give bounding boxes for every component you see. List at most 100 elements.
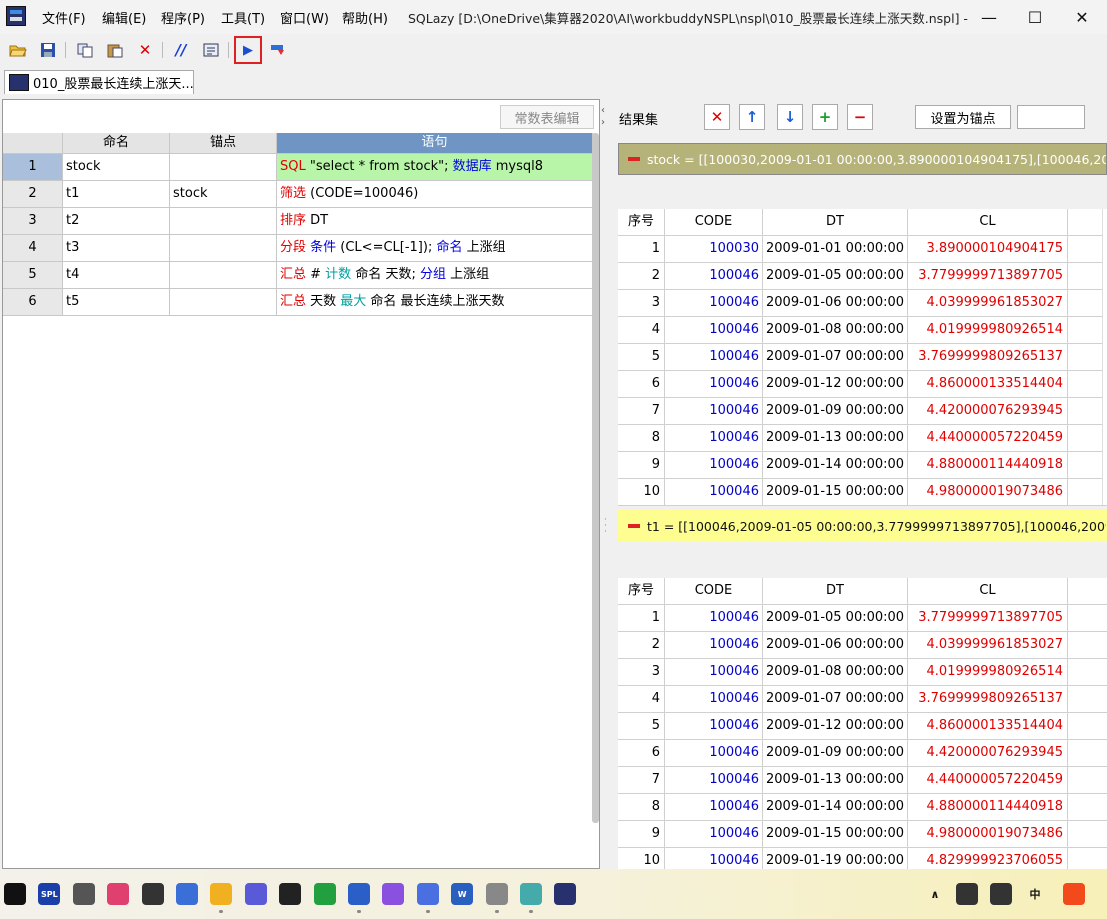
add-button[interactable]: + <box>812 104 838 130</box>
anchor-cell[interactable] <box>170 154 277 180</box>
move-up-button[interactable]: ↑ <box>739 104 765 130</box>
menu-edit[interactable]: 编辑(E) <box>102 8 146 27</box>
menu-tools[interactable]: 工具(T) <box>221 8 265 27</box>
header-dt[interactable]: DT <box>763 209 908 235</box>
anchor-cell[interactable] <box>170 262 277 288</box>
anchor-input[interactable] <box>1017 105 1085 129</box>
header-index[interactable]: 序号 <box>618 209 665 235</box>
chevron-up-icon[interactable]: ∧ <box>924 883 946 905</box>
row-number[interactable]: 3 <box>3 208 63 234</box>
const-table-edit-button[interactable]: 常数表编辑 <box>500 105 594 129</box>
anchor-cell[interactable] <box>170 235 277 261</box>
statement-row[interactable]: 6 t5 汇总 天数 最大 命名 最长连续上涨天数 <box>3 289 593 316</box>
remove-button[interactable]: − <box>847 104 873 130</box>
set-anchor-button[interactable]: 设置为锚点 <box>915 105 1011 129</box>
collapse-icon[interactable] <box>628 524 640 528</box>
open-icon[interactable] <box>7 39 29 61</box>
tab-document[interactable]: 010_股票最长连续上涨天... <box>4 70 194 94</box>
table-row[interactable]: 7 100046 2009-01-09 00:00:00 4.420000076293… <box>618 398 1107 425</box>
anchor-cell[interactable]: stock <box>170 181 277 207</box>
statement-row[interactable]: 4 t3 分段 条件 (CL<=CL[-1]); 命名 上涨组 <box>3 235 593 262</box>
statement-cell[interactable]: 筛选 (CODE=100046) <box>277 181 593 207</box>
result-variable-bar-t1[interactable]: t1 = [[100046,2009-01-05 00:00:00,3.7799… <box>618 510 1107 542</box>
network-icon[interactable] <box>956 883 978 905</box>
spl-icon[interactable]: SPL <box>38 883 61 905</box>
folder-icon[interactable] <box>210 883 233 905</box>
table-row[interactable]: 8 100046 2009-01-13 00:00:00 4.440000057220… <box>618 425 1107 452</box>
statement-cell[interactable]: 排序 DT <box>277 208 593 234</box>
row-number[interactable]: 4 <box>3 235 63 261</box>
table-row[interactable]: 6 100046 2009-01-12 00:00:00 4.860000133514… <box>618 371 1107 398</box>
row-number[interactable]: 1 <box>3 154 63 180</box>
run-icon[interactable]: ▶ <box>234 36 262 64</box>
table-row[interactable]: 10 100046 2009-01-15 00:00:00 4.98000001907… <box>618 479 1107 506</box>
openai-icon[interactable] <box>279 883 302 905</box>
header-dt[interactable]: DT <box>763 578 908 604</box>
menu-window[interactable]: 窗口(W) <box>280 8 329 27</box>
terminal-icon[interactable] <box>141 883 164 905</box>
table-row[interactable]: 2 100046 2009-01-05 00:00:00 3.779999971389… <box>618 263 1107 290</box>
row-number[interactable]: 6 <box>3 289 63 315</box>
table-row[interactable]: 3 100046 2009-01-06 00:00:00 4.039999961853… <box>618 290 1107 317</box>
header-cl[interactable]: CL <box>908 578 1068 604</box>
name-cell[interactable]: t5 <box>63 289 170 315</box>
collapse-left-icon[interactable]: ‹ <box>601 105 605 116</box>
statement-row[interactable]: 1 stock SQL "select * from stock"; 数据库 mys… <box>3 154 593 181</box>
app-icon[interactable] <box>382 883 405 905</box>
table-row[interactable]: 6 100046 2009-01-09 00:00:00 4.420000076293… <box>618 740 1107 767</box>
splitter-grip-icon[interactable]: · · · <box>604 516 607 537</box>
collapse-icon[interactable] <box>628 157 640 161</box>
table-row[interactable]: 4 100046 2009-01-07 00:00:00 3.769999980926… <box>618 686 1107 713</box>
delete-result-button[interactable]: ✕ <box>704 104 730 130</box>
header-code[interactable]: CODE <box>665 209 763 235</box>
settings-icon[interactable] <box>485 883 508 905</box>
chrome-icon[interactable] <box>72 883 95 905</box>
table-row[interactable]: 2 100046 2009-01-06 00:00:00 4.039999961853… <box>618 632 1107 659</box>
statement-row[interactable]: 5 t4 汇总 # 计数 命名 天数; 分组 上涨组 <box>3 262 593 289</box>
delete-icon[interactable]: ✕ <box>134 39 156 61</box>
minimize-button[interactable]: — <box>966 2 1012 32</box>
name-cell[interactable]: t2 <box>63 208 170 234</box>
header-index[interactable]: 序号 <box>618 578 665 604</box>
table-row[interactable]: 3 100046 2009-01-08 00:00:00 4.019999980926… <box>618 659 1107 686</box>
move-down-button[interactable]: ↓ <box>777 104 803 130</box>
maximize-button[interactable]: ☐ <box>1012 2 1058 32</box>
statement-cell[interactable]: 汇总 天数 最大 命名 最长连续上涨天数 <box>277 289 593 315</box>
collapse-right-icon[interactable]: › <box>601 117 605 128</box>
menu-file[interactable]: 文件(F) <box>42 8 86 27</box>
app-icon[interactable] <box>520 883 542 905</box>
table-scrollbar[interactable] <box>1102 209 1107 505</box>
table-row[interactable]: 10 100046 2009-01-19 00:00:00 4.82999992370… <box>618 848 1107 869</box>
paste-icon[interactable] <box>104 39 126 61</box>
name-cell[interactable]: t4 <box>63 262 170 288</box>
statement-row[interactable]: 3 t2 排序 DT <box>3 208 593 235</box>
python-icon[interactable] <box>176 883 198 905</box>
anchor-cell[interactable] <box>170 208 277 234</box>
statement-row[interactable]: 2 t1 stock 筛选 (CODE=100046) <box>3 181 593 208</box>
format-icon[interactable] <box>200 39 222 61</box>
menu-help[interactable]: 帮助(H) <box>342 8 388 27</box>
table-row[interactable]: 1 100030 2009-01-01 00:00:00 3.890000104904… <box>618 236 1107 263</box>
comment-icon[interactable]: // <box>170 39 192 61</box>
ime-icon[interactable]: 中 <box>1024 883 1046 905</box>
statement-cell[interactable]: 分段 条件 (CL<=CL[-1]); 命名 上涨组 <box>277 235 593 261</box>
table-row[interactable]: 5 100046 2009-01-07 00:00:00 3.769999980926… <box>618 344 1107 371</box>
pane-splitter[interactable]: ‹ › · · · <box>601 99 611 869</box>
step-icon[interactable] <box>268 39 290 61</box>
notepad-icon[interactable] <box>348 883 370 905</box>
app-icon[interactable] <box>416 883 439 905</box>
left-scrollbar[interactable] <box>592 133 599 823</box>
name-cell[interactable]: t3 <box>63 235 170 261</box>
app-icon[interactable] <box>107 883 130 905</box>
qq-icon[interactable] <box>990 883 1012 905</box>
qq-icon[interactable] <box>4 883 26 905</box>
word-icon[interactable]: W <box>451 883 474 905</box>
copy-icon[interactable] <box>74 39 96 61</box>
corner-cell[interactable] <box>3 133 63 153</box>
statement-cell[interactable]: SQL "select * from stock"; 数据库 mysql8 <box>277 154 593 180</box>
result-variable-bar-stock[interactable]: stock = [[100030,2009-01-01 00:00:00,3.8… <box>618 143 1107 175</box>
table-row[interactable]: 1 100046 2009-01-05 00:00:00 3.779999971389… <box>618 605 1107 632</box>
wechat-icon[interactable] <box>313 883 336 905</box>
name-cell[interactable]: stock <box>63 154 170 180</box>
row-number[interactable]: 5 <box>3 262 63 288</box>
